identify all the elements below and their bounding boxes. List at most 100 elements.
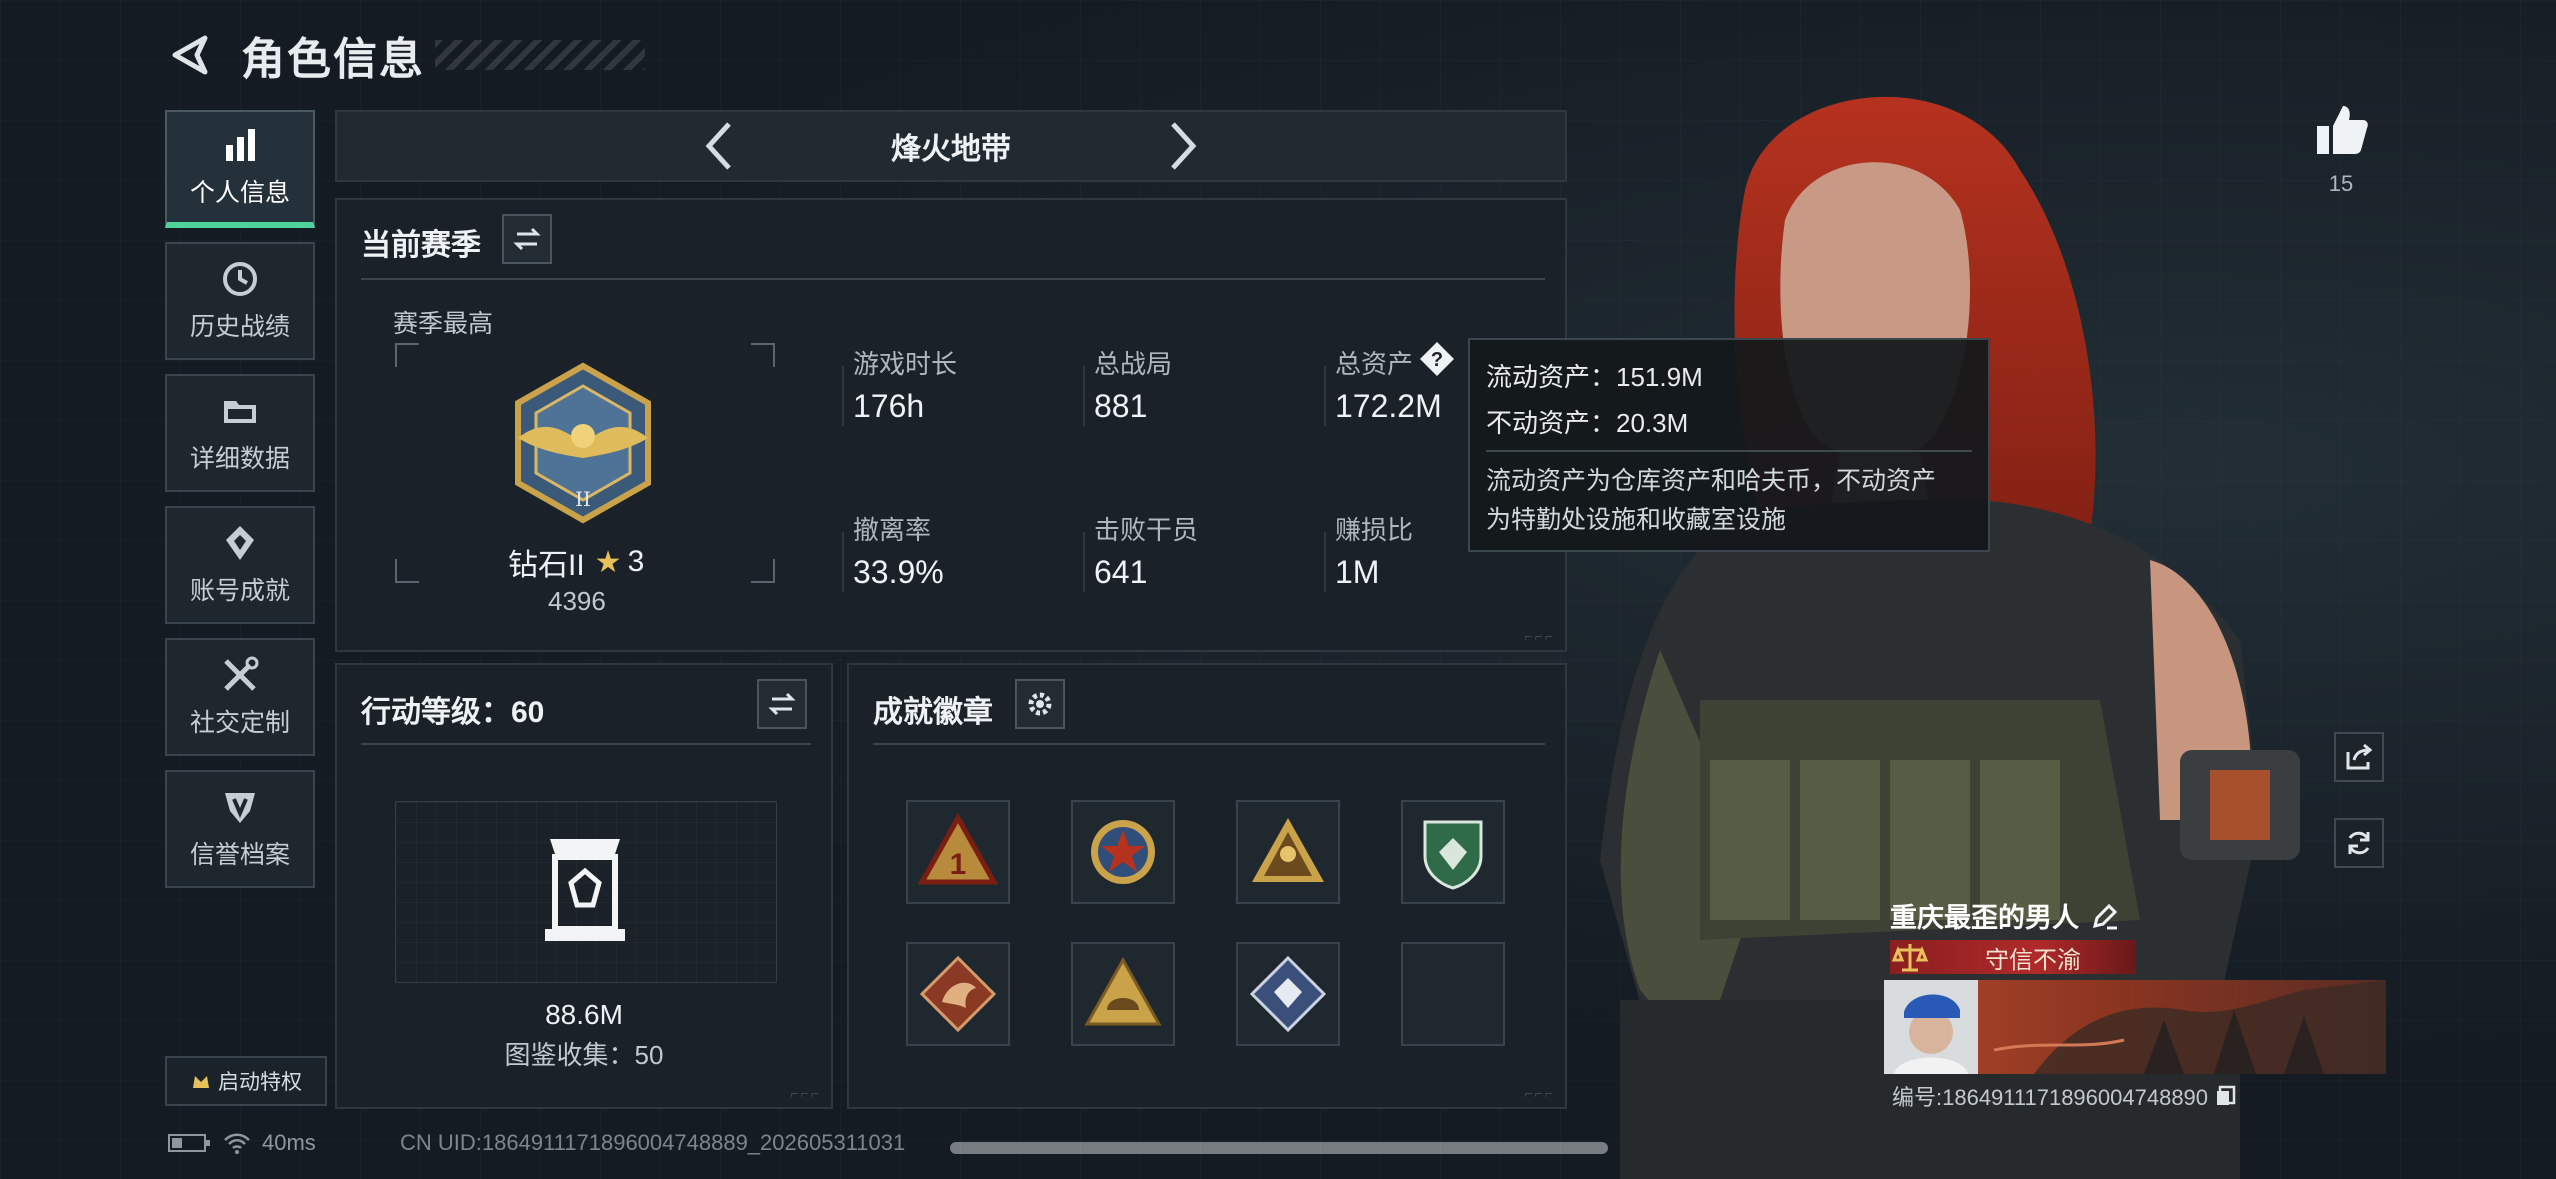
sidebar-item-detailed-data[interactable]: 详细数据: [165, 374, 315, 492]
home-indicator[interactable]: [950, 1142, 1608, 1154]
scale-icon: [1891, 944, 1929, 972]
divider: [1083, 366, 1085, 426]
clock-icon: [223, 262, 257, 296]
dragon-badge-icon: [919, 955, 997, 1033]
stat-label-total-assets: 总资产: [1335, 349, 1414, 379]
copy-icon[interactable]: [2214, 1084, 2238, 1108]
stat-value-kills: 641: [1094, 554, 1148, 590]
svg-text:?: ?: [1431, 349, 1443, 371]
like-count: 15: [2328, 171, 2354, 196]
help-icon[interactable]: ?: [1418, 340, 1456, 378]
mode-selector: 烽火地带: [335, 110, 1567, 182]
badge-slot[interactable]: [1401, 800, 1505, 904]
sidebar: 个人信息 历史战绩 详细数据 账号成就 社交定制 信誉档案: [165, 110, 315, 902]
status-bar: 40ms: [168, 1130, 316, 1156]
collection-value: 88.6M: [545, 999, 623, 1030]
swap-icon: [768, 692, 796, 716]
stat-value-playtime: 176h: [853, 388, 925, 424]
player-id: 编号:1864911171896004748890: [1892, 1080, 2238, 1112]
share-icon: [2346, 743, 2373, 770]
divider: [361, 743, 811, 745]
back-arrow-icon[interactable]: [165, 30, 215, 80]
badge-panel-title: 成就徽章: [873, 696, 993, 729]
sidebar-item-credit[interactable]: 信誉档案: [165, 770, 315, 888]
badge-settings-button[interactable]: [1015, 679, 1065, 729]
edit-icon[interactable]: [2091, 902, 2119, 930]
badge-slot-empty[interactable]: [1401, 942, 1505, 1046]
swap-icon: [513, 227, 541, 251]
collection-count: 图鉴收集：50: [504, 1040, 664, 1070]
star-icon: ★: [594, 545, 622, 579]
credit-text: 守信不渝: [1985, 946, 2081, 974]
stat-value-profit-ratio: 1M: [1335, 554, 1380, 590]
header: 角色信息: [165, 22, 645, 88]
tools-icon: [224, 656, 259, 691]
divider: [1324, 366, 1326, 426]
season-title: 当前赛季: [361, 229, 481, 262]
like-button[interactable]: 15: [2305, 100, 2377, 197]
rank-one-badge-icon: 1: [918, 812, 998, 885]
badge-slot[interactable]: [1071, 800, 1175, 904]
sidebar-item-history[interactable]: 历史战绩: [165, 242, 315, 360]
divider: [842, 532, 844, 592]
achievement-icon: [226, 526, 254, 560]
sidebar-item-social[interactable]: 社交定制: [165, 638, 315, 756]
svg-text:1: 1: [950, 848, 967, 881]
divider: [1486, 450, 1972, 452]
avatar[interactable]: [1884, 980, 1978, 1074]
stat-label-profit-ratio: 赚损比: [1335, 515, 1414, 545]
corner-decoration: ⌐⌐⌐: [1524, 628, 1555, 644]
sidebar-item-label: 历史战绩: [189, 313, 290, 341]
avatar-image: [1884, 980, 1978, 1074]
badge-slot[interactable]: [1236, 800, 1340, 904]
player-name: 重庆最歪的男人: [1890, 896, 2119, 935]
sidebar-item-label: 社交定制: [189, 709, 290, 737]
helmet-badge-icon: [1084, 956, 1162, 1026]
rank-score: 4396: [548, 586, 606, 616]
divider: [842, 366, 844, 426]
sidebar-item-label: 详细数据: [189, 445, 290, 473]
crystal-badge-icon: [1249, 955, 1327, 1033]
chevron-left-icon[interactable]: [697, 118, 741, 174]
stat-value-matches: 881: [1094, 388, 1148, 424]
action-level-panel: 行动等级：60 88.6M 图鉴收集：50 ⌐⌐⌐: [335, 663, 833, 1109]
gear-icon: [1028, 692, 1052, 716]
credit-badge: 守信不渝: [1890, 940, 2136, 974]
action-switch-button[interactable]: [757, 679, 807, 729]
divider: [1324, 532, 1326, 592]
page-title: 角色信息: [241, 35, 425, 84]
assets-tooltip: 流动资产：151.9M 不动资产：20.3M 流动资产为仓库资产和哈夫币，不动资…: [1468, 338, 1990, 552]
tooltip-description-line-1: 流动资产为仓库资产和哈夫币，不动资产: [1486, 467, 1937, 495]
share-button[interactable]: [2334, 732, 2384, 782]
refresh-button[interactable]: [2334, 818, 2384, 868]
badge-slot[interactable]: [1236, 942, 1340, 1046]
sidebar-item-personal-info[interactable]: 个人信息: [165, 110, 315, 228]
sidebar-item-achievements[interactable]: 账号成就: [165, 506, 315, 624]
mode-name: 烽火地带: [891, 133, 1011, 166]
diamond-rank-emblem: II: [515, 362, 651, 524]
action-level-title: 行动等级：60: [361, 696, 545, 729]
tooltip-fixed-assets: 不动资产：20.3M: [1486, 408, 1689, 438]
corner-decoration: ⌐⌐⌐: [790, 1085, 821, 1101]
ping-value: 40ms: [262, 1130, 316, 1155]
rank-name: 钻石II ★ 3: [508, 545, 645, 582]
stat-label-playtime: 游戏时长: [853, 349, 958, 379]
privilege-button[interactable]: 启动特权: [165, 1056, 327, 1106]
season-switch-button[interactable]: [502, 214, 552, 264]
corner-decoration: ⌐⌐⌐: [1524, 1085, 1555, 1101]
stat-label-kills: 击败干员: [1094, 515, 1199, 545]
stat-label-extract-rate: 撤离率: [853, 515, 932, 545]
badge-slot[interactable]: 1: [906, 800, 1010, 904]
thumbs-up-icon: [2317, 106, 2368, 154]
badge-slot[interactable]: [1071, 942, 1175, 1046]
season-best-label: 赛季最高: [393, 310, 494, 338]
divider: [361, 278, 1545, 280]
bar-chart-icon: [226, 129, 255, 161]
wifi-icon: [224, 1133, 250, 1154]
divider: [1083, 532, 1085, 592]
svg-text:II: II: [575, 487, 591, 511]
badge-slot[interactable]: [906, 942, 1010, 1046]
chevron-right-icon[interactable]: [1161, 118, 1205, 174]
tooltip-liquid-assets: 流动资产：151.9M: [1486, 362, 1703, 392]
sidebar-item-label: 账号成就: [189, 577, 290, 605]
